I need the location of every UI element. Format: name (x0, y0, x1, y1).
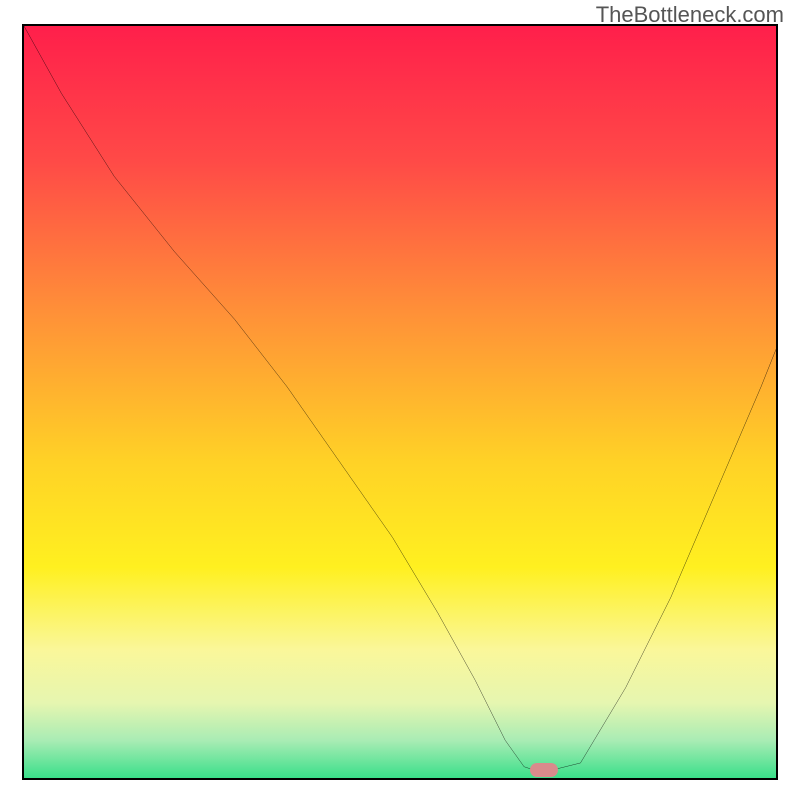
watermark-text: TheBottleneck.com (596, 2, 784, 28)
bottleneck-curve (24, 26, 776, 770)
bottleneck-marker (530, 763, 558, 777)
chart-container: TheBottleneck.com (0, 0, 800, 800)
plot-area (22, 24, 778, 780)
curve-svg (24, 26, 776, 778)
